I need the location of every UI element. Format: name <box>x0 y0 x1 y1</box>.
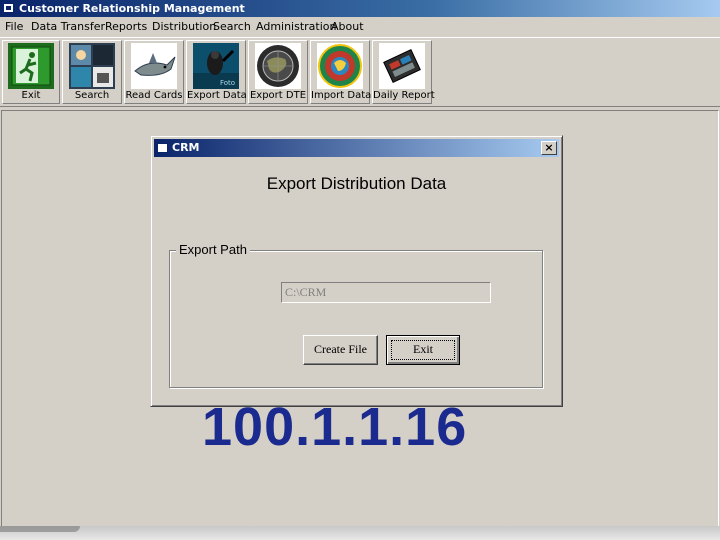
menu-about[interactable]: About <box>331 17 364 37</box>
read-cards-tool-button[interactable]: Read Cards <box>124 40 184 104</box>
read-cards-tool-label: Read Cards <box>125 90 183 101</box>
create-file-button[interactable]: Create File <box>303 335 378 365</box>
bottom-strip <box>0 526 720 540</box>
decor-swoosh <box>0 526 80 532</box>
search-tool-button[interactable]: Search <box>62 40 122 104</box>
shark-icon <box>131 43 177 89</box>
dialog-window-icon[interactable] <box>157 143 168 153</box>
exit-door-icon <box>8 43 54 89</box>
close-icon[interactable]: × <box>541 141 557 155</box>
dialog-title-bar[interactable]: CRM × <box>154 139 559 157</box>
app-title: Customer Relationship Management <box>19 2 245 15</box>
dialog-heading: Export Distribution Data <box>266 174 447 193</box>
menu-reports[interactable]: Reports <box>105 17 147 37</box>
report-machine-icon <box>379 43 425 89</box>
app-title-bar[interactable]: Customer Relationship Management <box>0 0 720 17</box>
export-path-label: Export Path <box>176 241 250 259</box>
search-collage-icon <box>69 43 115 89</box>
menu-search[interactable]: Search <box>213 17 251 37</box>
globe-dark-icon <box>255 43 301 89</box>
daily-report-tool-button[interactable]: Daily Report <box>372 40 435 104</box>
export-data-tool-label: Export Data <box>187 90 247 101</box>
import-data-tool-label: Import Data <box>311 90 372 101</box>
menu-bar: File Data Transfer Reports Distribution … <box>0 17 720 38</box>
export-dte-tool-button[interactable]: Export DTE <box>248 40 308 104</box>
diver-icon: Foto <box>193 43 239 89</box>
import-data-tool-button[interactable]: Import Data <box>310 40 372 104</box>
export-path-field[interactable]: C:\CRM <box>281 282 491 303</box>
toolbar: Exit Search Read Cards Foto Export Data … <box>0 38 720 107</box>
dialog-title: CRM <box>172 141 200 154</box>
menu-distribution[interactable]: Distribution <box>152 17 216 37</box>
globe-colorful-icon <box>317 43 363 89</box>
daily-report-tool-label: Daily Report <box>373 90 435 101</box>
exit-tool-label: Exit <box>21 90 41 101</box>
crm-export-dialog: CRM × Export Distribution Data Export Pa… <box>150 135 563 407</box>
exit-tool-button[interactable]: Exit <box>2 40 60 104</box>
export-dte-tool-label: Export DTE <box>249 90 307 101</box>
focus-rect <box>391 340 455 360</box>
menu-administration[interactable]: Administration <box>256 17 337 37</box>
export-data-tool-button[interactable]: Foto Export Data <box>186 40 247 104</box>
app-window-icon[interactable] <box>3 3 14 13</box>
export-path-group: Export Path C:\CRM Create File Exit <box>169 241 543 388</box>
menu-file[interactable]: File <box>5 17 23 37</box>
menu-data-transfer[interactable]: Data Transfer <box>31 17 105 37</box>
svg-text:Foto: Foto <box>220 79 235 87</box>
search-tool-label: Search <box>74 90 110 101</box>
exit-button[interactable]: Exit <box>386 335 460 365</box>
